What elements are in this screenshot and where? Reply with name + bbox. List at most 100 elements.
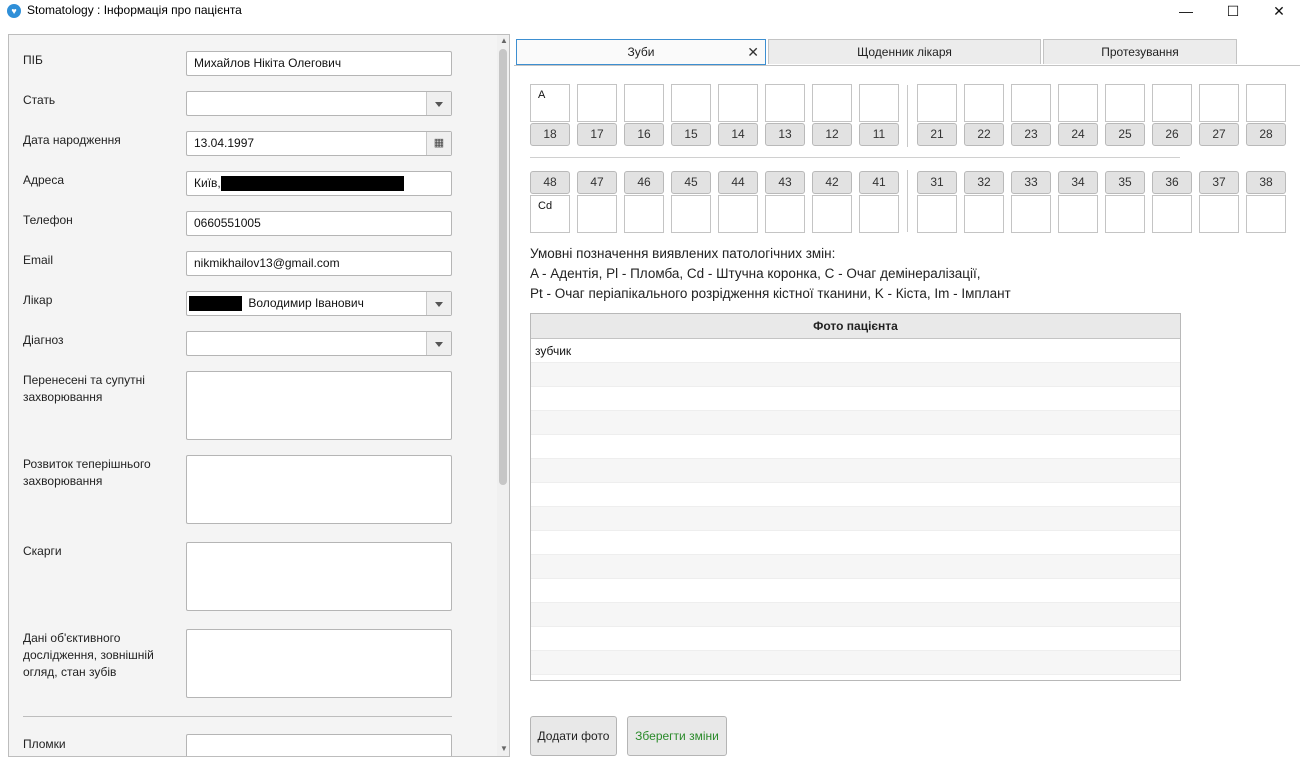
tooth-button-34[interactable]: 34 <box>1058 171 1098 194</box>
tab-teeth[interactable]: Зуби ✕ <box>516 39 766 65</box>
tooth-button-21[interactable]: 21 <box>917 123 957 146</box>
objective-textarea[interactable] <box>186 629 452 698</box>
tooth-mark-27[interactable] <box>1199 84 1239 122</box>
close-window-button[interactable]: ✕ <box>1256 0 1300 22</box>
scroll-up-icon[interactable]: ▲ <box>500 37 508 45</box>
tooth-button-31[interactable]: 31 <box>917 171 957 194</box>
tooth-button-14[interactable]: 14 <box>718 123 758 146</box>
sex-select[interactable] <box>186 91 452 116</box>
tooth-mark-38[interactable] <box>1246 195 1286 233</box>
tooth-mark-41[interactable] <box>859 195 899 233</box>
tooth-mark-33[interactable] <box>1011 195 1051 233</box>
tab-prosthetics[interactable]: Протезування <box>1043 39 1237 64</box>
tooth-button-44[interactable]: 44 <box>718 171 758 194</box>
tooth-mark-31[interactable] <box>917 195 957 233</box>
tooth-mark-43[interactable] <box>765 195 805 233</box>
address-field[interactable]: Київ, <box>186 171 452 196</box>
pib-field[interactable]: Михайлов Нікіта Олегович <box>186 51 452 76</box>
photo-table-row[interactable] <box>531 411 1180 435</box>
photo-table-row[interactable] <box>531 555 1180 579</box>
photo-table-row[interactable] <box>531 627 1180 651</box>
tooth-button-45[interactable]: 45 <box>671 171 711 194</box>
tooth-mark-12[interactable] <box>812 84 852 122</box>
minimize-button[interactable]: — <box>1163 0 1209 22</box>
birth-date-picker[interactable]: 13.04.1997 ▦ <box>186 131 452 156</box>
tooth-button-13[interactable]: 13 <box>765 123 805 146</box>
tooth-mark-15[interactable] <box>671 84 711 122</box>
current-disease-textarea[interactable] <box>186 455 452 524</box>
tooth-mark-23[interactable] <box>1011 84 1051 122</box>
tooth-button-46[interactable]: 46 <box>624 171 664 194</box>
patient-photo-table[interactable]: Фото пацієнта зубчик <box>530 313 1181 681</box>
tooth-mark-13[interactable] <box>765 84 805 122</box>
tooth-button-27[interactable]: 27 <box>1199 123 1239 146</box>
tooth-button-41[interactable]: 41 <box>859 171 899 194</box>
photo-table-row[interactable] <box>531 531 1180 555</box>
scroll-down-icon[interactable]: ▼ <box>500 745 508 753</box>
tooth-button-17[interactable]: 17 <box>577 123 617 146</box>
tooth-button-43[interactable]: 43 <box>765 171 805 194</box>
chevron-down-icon[interactable] <box>426 332 451 355</box>
tooth-button-18[interactable]: 18 <box>530 123 570 146</box>
tooth-button-47[interactable]: 47 <box>577 171 617 194</box>
tooth-button-22[interactable]: 22 <box>964 123 1004 146</box>
tooth-mark-25[interactable] <box>1105 84 1145 122</box>
tooth-mark-42[interactable] <box>812 195 852 233</box>
tooth-button-32[interactable]: 32 <box>964 171 1004 194</box>
tooth-button-11[interactable]: 11 <box>859 123 899 146</box>
cut-off-field[interactable] <box>186 734 452 756</box>
tooth-mark-28[interactable] <box>1246 84 1286 122</box>
tooth-button-48[interactable]: 48 <box>530 171 570 194</box>
tooth-mark-24[interactable] <box>1058 84 1098 122</box>
tooth-button-16[interactable]: 16 <box>624 123 664 146</box>
photo-table-row[interactable] <box>531 603 1180 627</box>
photo-table-row[interactable]: зубчик <box>531 339 1180 363</box>
tooth-mark-34[interactable] <box>1058 195 1098 233</box>
tooth-mark-11[interactable] <box>859 84 899 122</box>
photo-table-row[interactable] <box>531 483 1180 507</box>
save-changes-button[interactable]: Зберегти зміни <box>627 716 727 756</box>
scrollbar-thumb[interactable] <box>499 49 507 485</box>
photo-table-row[interactable] <box>531 651 1180 675</box>
chevron-down-icon[interactable] <box>426 92 451 115</box>
tooth-mark-46[interactable] <box>624 195 664 233</box>
photo-table-row[interactable] <box>531 435 1180 459</box>
tooth-button-23[interactable]: 23 <box>1011 123 1051 146</box>
tooth-button-35[interactable]: 35 <box>1105 171 1145 194</box>
tooth-mark-21[interactable] <box>917 84 957 122</box>
tooth-mark-36[interactable] <box>1152 195 1192 233</box>
photo-table-row[interactable] <box>531 363 1180 387</box>
tooth-mark-44[interactable] <box>718 195 758 233</box>
tooth-mark-18[interactable]: A <box>530 84 570 122</box>
tooth-mark-32[interactable] <box>964 195 1004 233</box>
tooth-mark-47[interactable] <box>577 195 617 233</box>
tooth-mark-14[interactable] <box>718 84 758 122</box>
form-scrollbar[interactable]: ▲ ▼ <box>497 35 509 756</box>
tooth-button-37[interactable]: 37 <box>1199 171 1239 194</box>
tooth-button-24[interactable]: 24 <box>1058 123 1098 146</box>
add-photo-button[interactable]: Додати фото <box>530 716 617 756</box>
photo-table-row[interactable] <box>531 507 1180 531</box>
tooth-button-25[interactable]: 25 <box>1105 123 1145 146</box>
email-field[interactable]: nikmikhailov13@gmail.com <box>186 251 452 276</box>
tooth-mark-16[interactable] <box>624 84 664 122</box>
tooth-button-26[interactable]: 26 <box>1152 123 1192 146</box>
past-diseases-textarea[interactable] <box>186 371 452 440</box>
photo-table-row[interactable] <box>531 579 1180 603</box>
tooth-mark-17[interactable] <box>577 84 617 122</box>
tab-doctor-diary[interactable]: Щоденник лікаря <box>768 39 1041 64</box>
tooth-button-38[interactable]: 38 <box>1246 171 1286 194</box>
tooth-mark-45[interactable] <box>671 195 711 233</box>
tooth-button-15[interactable]: 15 <box>671 123 711 146</box>
tooth-mark-22[interactable] <box>964 84 1004 122</box>
doctor-select[interactable]: Володимир Іванович <box>186 291 452 316</box>
photo-table-row[interactable] <box>531 459 1180 483</box>
calendar-icon[interactable]: ▦ <box>426 132 451 155</box>
phone-field[interactable]: 0660551005 <box>186 211 452 236</box>
maximize-button[interactable]: ☐ <box>1210 0 1256 22</box>
tooth-mark-26[interactable] <box>1152 84 1192 122</box>
tooth-mark-48[interactable]: Cd <box>530 195 570 233</box>
diagnosis-select[interactable] <box>186 331 452 356</box>
tooth-mark-37[interactable] <box>1199 195 1239 233</box>
complaints-textarea[interactable] <box>186 542 452 611</box>
